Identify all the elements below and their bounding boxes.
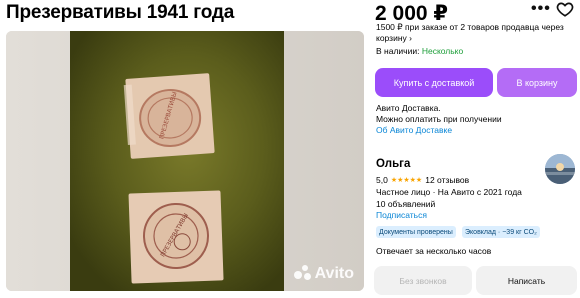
photo-image: ПРЕЗЕРВАТИВЫ ПРЕЗЕРВАТИВЫ (6, 31, 364, 291)
heart-icon[interactable] (556, 0, 574, 18)
response-time: Отвечает за несколько часов (376, 246, 492, 256)
seller-avatar[interactable] (545, 154, 575, 184)
delivery-info: Авито Доставка. Можно оплатить при получ… (376, 103, 576, 136)
avito-logo-icon (293, 265, 312, 283)
subscribe-link[interactable]: Подписаться (376, 210, 427, 220)
write-message-button[interactable]: Написать (476, 266, 577, 295)
seller-type: Частное лицо · На Авито с 2021 года (376, 187, 522, 197)
seller-reviews-link[interactable]: 12 отзывов (425, 175, 469, 185)
stock-status: В наличии: Несколько (376, 46, 464, 56)
add-to-cart-button[interactable]: В корзину (497, 68, 577, 97)
avito-watermark: Avito (293, 265, 354, 283)
stock-value: Несколько (421, 46, 464, 56)
delivery-info-link[interactable]: Об Авито Доставке (376, 125, 576, 136)
buy-with-delivery-button[interactable]: Купить с доставкой (375, 68, 493, 97)
eco-contribution-badge: Эковклад · −39 кг CO₂ (462, 226, 540, 238)
more-icon[interactable]: ••• (531, 0, 551, 18)
multi-buy-promo[interactable]: 1500 ₽ при заказе от 2 товаров продавца … (376, 22, 576, 44)
documents-verified-badge: Документы проверены (376, 226, 456, 238)
no-calls-button: Без звонков (374, 266, 472, 295)
listing-title: Презервативы 1941 года (6, 2, 235, 23)
rating-stars-icon: ★★★★★ (390, 177, 423, 184)
seller-name[interactable]: Ольга (376, 158, 410, 170)
seller-ads-count[interactable]: 10 объявлений (376, 199, 435, 209)
seller-rating: 5,0 ★★★★★ 12 отзывов (376, 175, 470, 185)
listing-photo[interactable]: ПРЕЗЕРВАТИВЫ ПРЕЗЕРВАТИВЫ Avito (6, 31, 364, 291)
